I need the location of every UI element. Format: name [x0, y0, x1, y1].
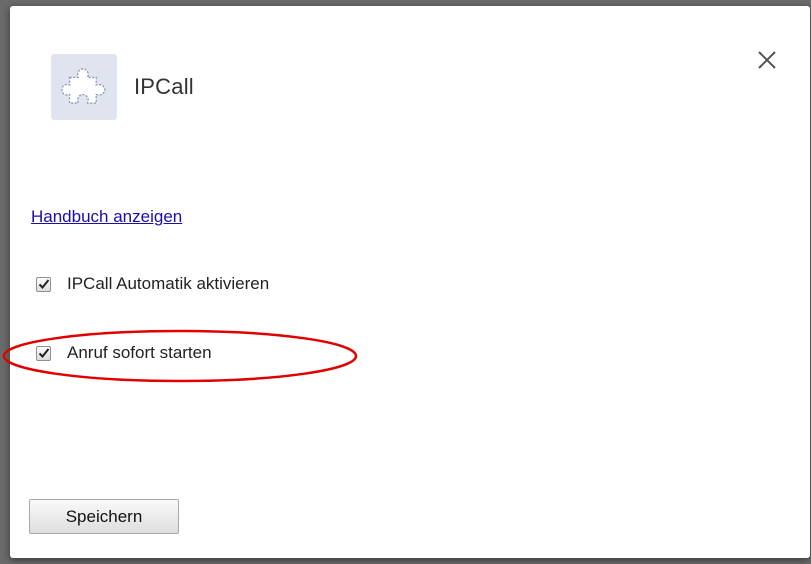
close-icon[interactable] [754, 47, 780, 73]
checkmark-icon [38, 278, 50, 289]
start-call-label: Anruf sofort starten [67, 343, 212, 362]
show-manual-link[interactable]: Handbuch anzeigen [31, 207, 182, 227]
extension-options-dialog: IPCall Handbuch anzeigen IPCall Automati… [10, 6, 810, 558]
start-call-checkbox[interactable] [36, 345, 51, 361]
save-button[interactable]: Speichern [29, 499, 179, 534]
option-start-call-row[interactable]: Anruf sofort starten [36, 343, 212, 363]
extension-icon-tile [51, 54, 117, 120]
automatik-label: IPCall Automatik aktivieren [67, 274, 270, 293]
extension-title: IPCall [134, 74, 194, 99]
close-button[interactable] [754, 47, 780, 73]
checkmark-icon [38, 347, 50, 358]
automatik-checkbox[interactable] [36, 276, 51, 292]
puzzle-piece-icon [61, 68, 106, 104]
option-automatik-row[interactable]: IPCall Automatik aktivieren [36, 274, 269, 294]
